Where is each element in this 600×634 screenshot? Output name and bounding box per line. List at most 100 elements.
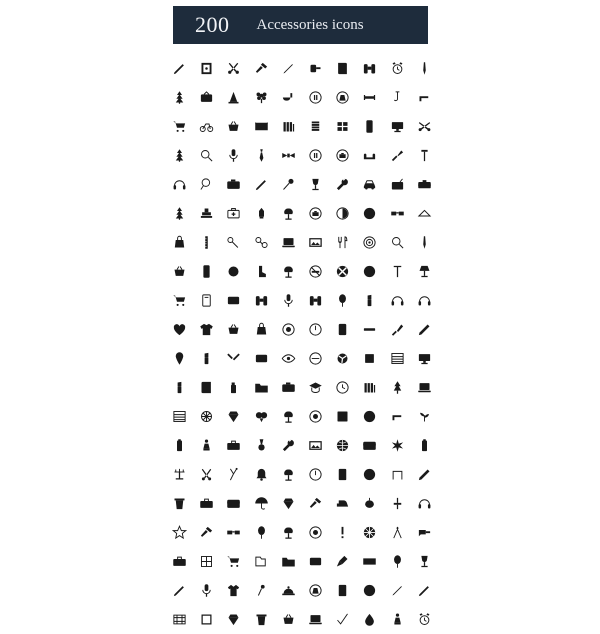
icon-cell[interactable] bbox=[166, 141, 193, 170]
icon-cell[interactable] bbox=[302, 286, 329, 315]
icon-cell[interactable] bbox=[248, 605, 275, 634]
icon-cell[interactable] bbox=[329, 315, 356, 344]
icon-cell[interactable] bbox=[166, 605, 193, 634]
icon-cell[interactable] bbox=[384, 315, 411, 344]
icon-cell[interactable] bbox=[248, 83, 275, 112]
icon-cell[interactable] bbox=[166, 199, 193, 228]
icon-cell[interactable] bbox=[384, 460, 411, 489]
icon-cell[interactable] bbox=[220, 489, 247, 518]
icon-cell[interactable] bbox=[384, 489, 411, 518]
icon-cell[interactable] bbox=[220, 54, 247, 83]
icon-cell[interactable] bbox=[275, 112, 302, 141]
icon-cell[interactable] bbox=[356, 257, 383, 286]
icon-cell[interactable] bbox=[384, 373, 411, 402]
icon-cell[interactable] bbox=[248, 344, 275, 373]
icon-cell[interactable] bbox=[193, 489, 220, 518]
icon-cell[interactable] bbox=[302, 344, 329, 373]
icon-cell[interactable] bbox=[356, 315, 383, 344]
icon-cell[interactable] bbox=[193, 576, 220, 605]
icon-cell[interactable] bbox=[384, 112, 411, 141]
icon-cell[interactable] bbox=[193, 141, 220, 170]
icon-cell[interactable] bbox=[248, 315, 275, 344]
icon-cell[interactable] bbox=[384, 605, 411, 634]
icon-cell[interactable] bbox=[193, 547, 220, 576]
icon-cell[interactable] bbox=[329, 141, 356, 170]
icon-cell[interactable] bbox=[356, 286, 383, 315]
icon-cell[interactable] bbox=[220, 228, 247, 257]
icon-cell[interactable] bbox=[329, 170, 356, 199]
icon-cell[interactable] bbox=[411, 460, 438, 489]
icon-cell[interactable] bbox=[220, 141, 247, 170]
icon-cell[interactable] bbox=[411, 344, 438, 373]
icon-cell[interactable] bbox=[275, 576, 302, 605]
icon-cell[interactable] bbox=[302, 83, 329, 112]
icon-cell[interactable] bbox=[384, 170, 411, 199]
icon-cell[interactable] bbox=[384, 576, 411, 605]
icon-cell[interactable] bbox=[302, 547, 329, 576]
icon-cell[interactable] bbox=[356, 460, 383, 489]
icon-cell[interactable] bbox=[220, 402, 247, 431]
icon-cell[interactable] bbox=[356, 141, 383, 170]
icon-cell[interactable] bbox=[166, 83, 193, 112]
icon-cell[interactable] bbox=[356, 518, 383, 547]
icon-cell[interactable] bbox=[248, 228, 275, 257]
icon-cell[interactable] bbox=[384, 344, 411, 373]
icon-cell[interactable] bbox=[356, 431, 383, 460]
icon-cell[interactable] bbox=[275, 518, 302, 547]
icon-cell[interactable] bbox=[275, 83, 302, 112]
icon-cell[interactable] bbox=[248, 547, 275, 576]
icon-cell[interactable] bbox=[248, 373, 275, 402]
icon-cell[interactable] bbox=[275, 141, 302, 170]
icon-cell[interactable] bbox=[356, 547, 383, 576]
icon-cell[interactable] bbox=[411, 518, 438, 547]
icon-cell[interactable] bbox=[329, 344, 356, 373]
icon-cell[interactable] bbox=[248, 286, 275, 315]
icon-cell[interactable] bbox=[220, 344, 247, 373]
icon-cell[interactable] bbox=[193, 199, 220, 228]
icon-cell[interactable] bbox=[302, 460, 329, 489]
icon-cell[interactable] bbox=[275, 315, 302, 344]
icon-cell[interactable] bbox=[411, 228, 438, 257]
icon-cell[interactable] bbox=[356, 576, 383, 605]
icon-cell[interactable] bbox=[411, 315, 438, 344]
icon-cell[interactable] bbox=[356, 112, 383, 141]
icon-cell[interactable] bbox=[384, 83, 411, 112]
icon-cell[interactable] bbox=[302, 373, 329, 402]
icon-cell[interactable] bbox=[193, 605, 220, 634]
icon-cell[interactable] bbox=[275, 547, 302, 576]
icon-cell[interactable] bbox=[329, 373, 356, 402]
icon-cell[interactable] bbox=[329, 112, 356, 141]
icon-cell[interactable] bbox=[356, 228, 383, 257]
icon-cell[interactable] bbox=[193, 112, 220, 141]
icon-cell[interactable] bbox=[275, 402, 302, 431]
icon-cell[interactable] bbox=[329, 605, 356, 634]
icon-cell[interactable] bbox=[220, 257, 247, 286]
icon-cell[interactable] bbox=[166, 112, 193, 141]
icon-cell[interactable] bbox=[329, 460, 356, 489]
icon-cell[interactable] bbox=[166, 460, 193, 489]
icon-cell[interactable] bbox=[193, 344, 220, 373]
icon-cell[interactable] bbox=[356, 170, 383, 199]
icon-cell[interactable] bbox=[275, 373, 302, 402]
icon-cell[interactable] bbox=[384, 518, 411, 547]
icon-cell[interactable] bbox=[248, 141, 275, 170]
icon-cell[interactable] bbox=[329, 83, 356, 112]
icon-cell[interactable] bbox=[166, 576, 193, 605]
icon-cell[interactable] bbox=[275, 228, 302, 257]
icon-cell[interactable] bbox=[275, 431, 302, 460]
icon-cell[interactable] bbox=[166, 315, 193, 344]
icon-cell[interactable] bbox=[166, 54, 193, 83]
icon-cell[interactable] bbox=[275, 54, 302, 83]
icon-cell[interactable] bbox=[411, 286, 438, 315]
icon-cell[interactable] bbox=[248, 402, 275, 431]
icon-cell[interactable] bbox=[275, 344, 302, 373]
icon-cell[interactable] bbox=[302, 228, 329, 257]
icon-cell[interactable] bbox=[411, 257, 438, 286]
icon-cell[interactable] bbox=[220, 431, 247, 460]
icon-cell[interactable] bbox=[411, 431, 438, 460]
icon-cell[interactable] bbox=[356, 605, 383, 634]
icon-cell[interactable] bbox=[275, 170, 302, 199]
icon-cell[interactable] bbox=[166, 228, 193, 257]
icon-cell[interactable] bbox=[329, 431, 356, 460]
icon-cell[interactable] bbox=[384, 286, 411, 315]
